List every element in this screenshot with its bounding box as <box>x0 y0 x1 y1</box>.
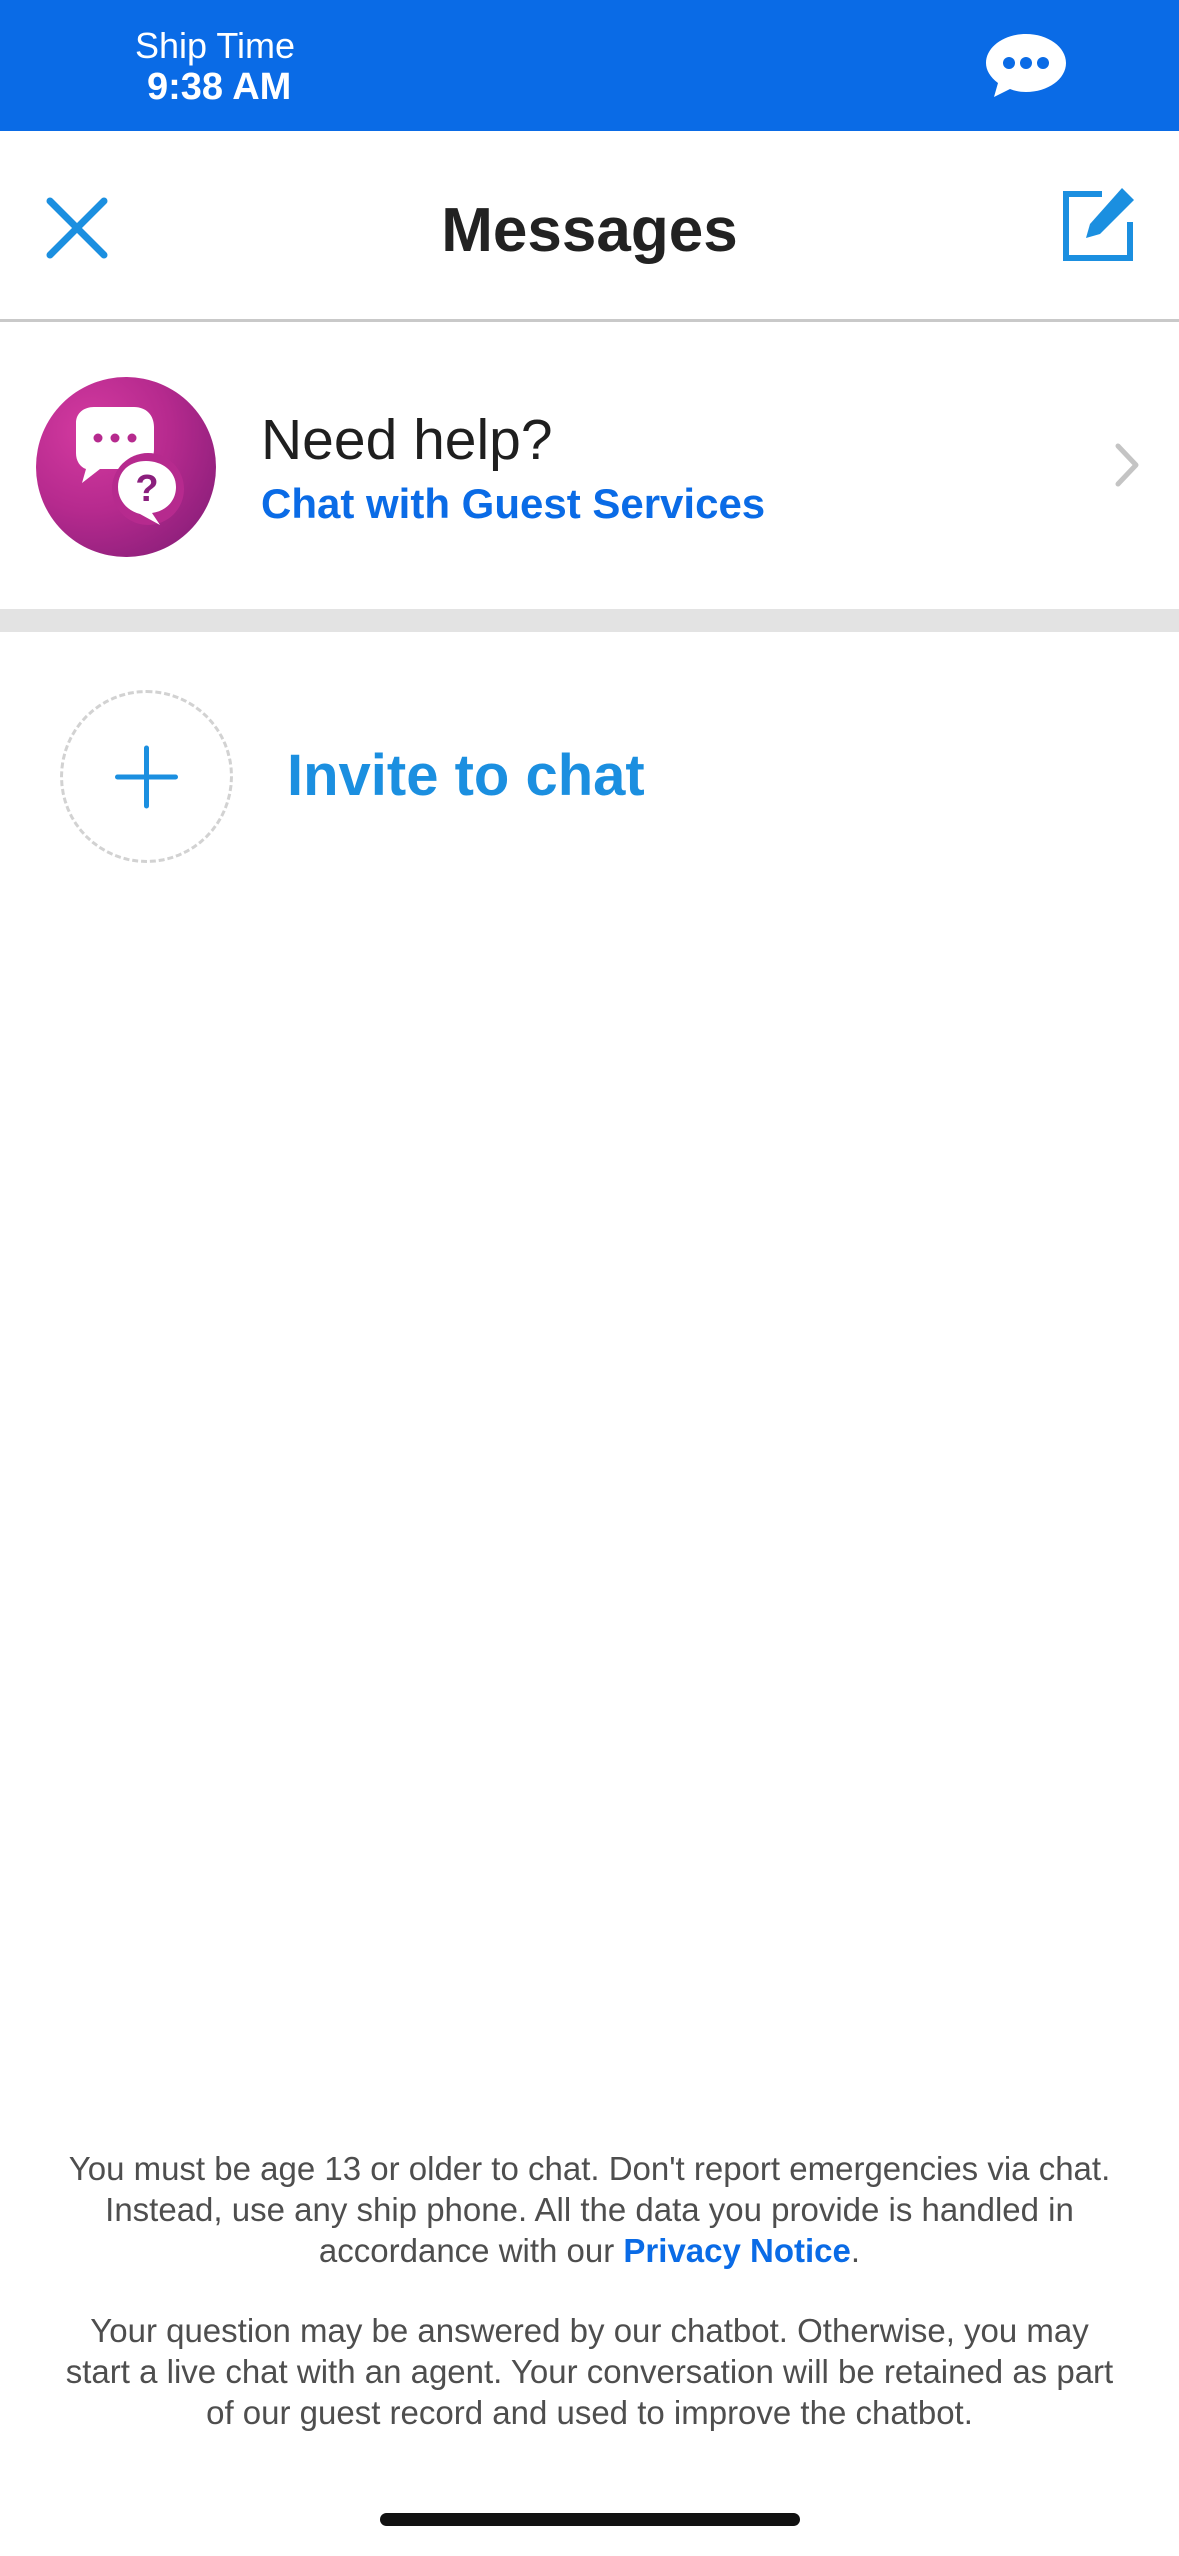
invite-to-chat-label: Invite to chat <box>287 743 645 808</box>
chat-guest-services-link[interactable]: Chat with Guest Services <box>261 480 765 528</box>
chevron-right-icon <box>1115 443 1139 487</box>
section-divider <box>0 609 1179 632</box>
invite-to-chat-row[interactable]: Invite to chat <box>0 632 1179 922</box>
age-disclaimer-text: You must be age 13 or older to chat. Don… <box>68 2150 1111 2269</box>
svg-text:?: ? <box>135 468 158 510</box>
chat-bubble-icon[interactable] <box>982 30 1070 100</box>
privacy-notice-link[interactable]: Privacy Notice <box>623 2232 850 2269</box>
chatbot-disclaimer: Your question may be answered by our cha… <box>65 2312 1114 2431</box>
age-disclaimer-end: . <box>850 2232 861 2269</box>
ship-time-value: 9:38 AM <box>147 66 292 108</box>
status-bar: Ship Time 9:38 AM <box>0 0 1179 131</box>
plus-icon <box>115 745 178 809</box>
home-indicator <box>380 2513 800 2526</box>
help-title: Need help? <box>261 408 553 472</box>
guest-services-row[interactable]: ? Need help? Chat with Guest Services <box>0 325 1179 609</box>
nav-bar: Messages <box>0 131 1179 322</box>
compose-icon[interactable] <box>1058 186 1138 266</box>
age-disclaimer: You must be age 13 or older to chat. Don… <box>60 2148 1119 2271</box>
ship-time-label: Ship Time <box>135 25 296 66</box>
page-title: Messages <box>441 196 738 265</box>
help-chat-icon: ? <box>36 377 216 557</box>
